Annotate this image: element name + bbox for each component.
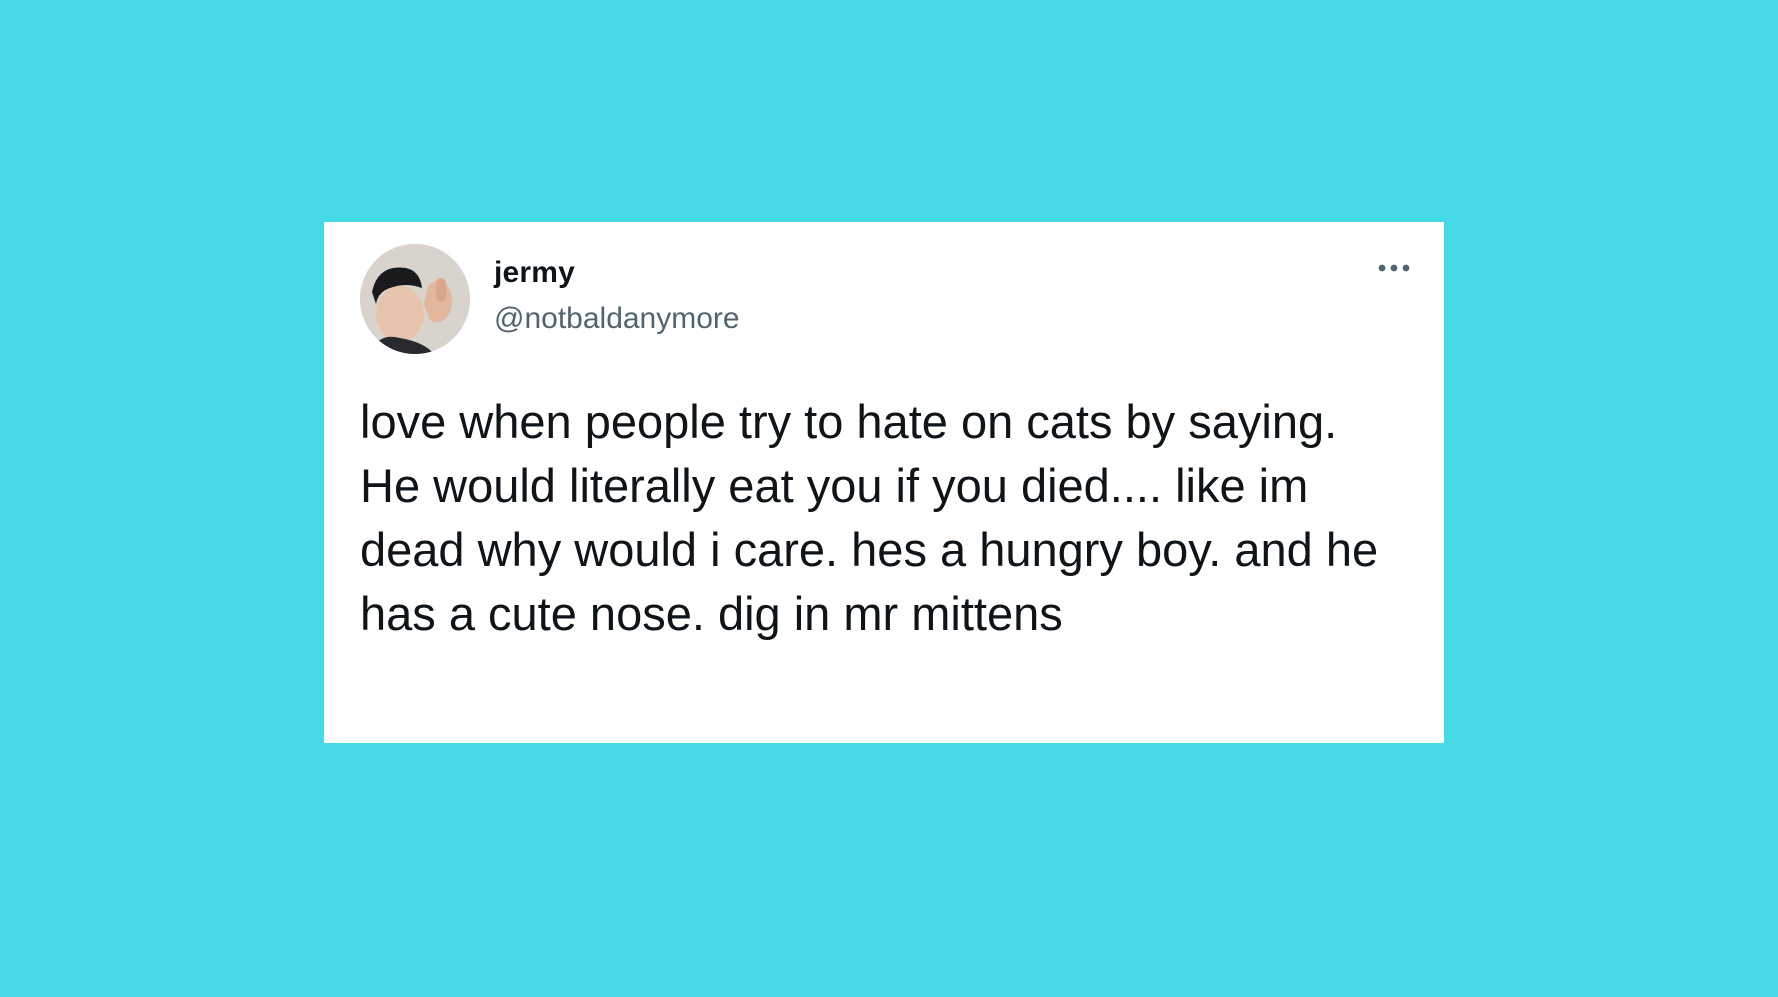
user-avatar-icon: [360, 244, 470, 354]
more-options-icon[interactable]: [1374, 260, 1414, 276]
author-display-name[interactable]: jermy: [494, 256, 575, 290]
author-handle[interactable]: @notbaldanymore: [494, 302, 740, 336]
tweet-text: love when people try to hate on cats by …: [360, 395, 1379, 640]
avatar[interactable]: [360, 244, 470, 354]
tweet-card: jermy @notbaldanymore love when people t…: [324, 222, 1444, 743]
